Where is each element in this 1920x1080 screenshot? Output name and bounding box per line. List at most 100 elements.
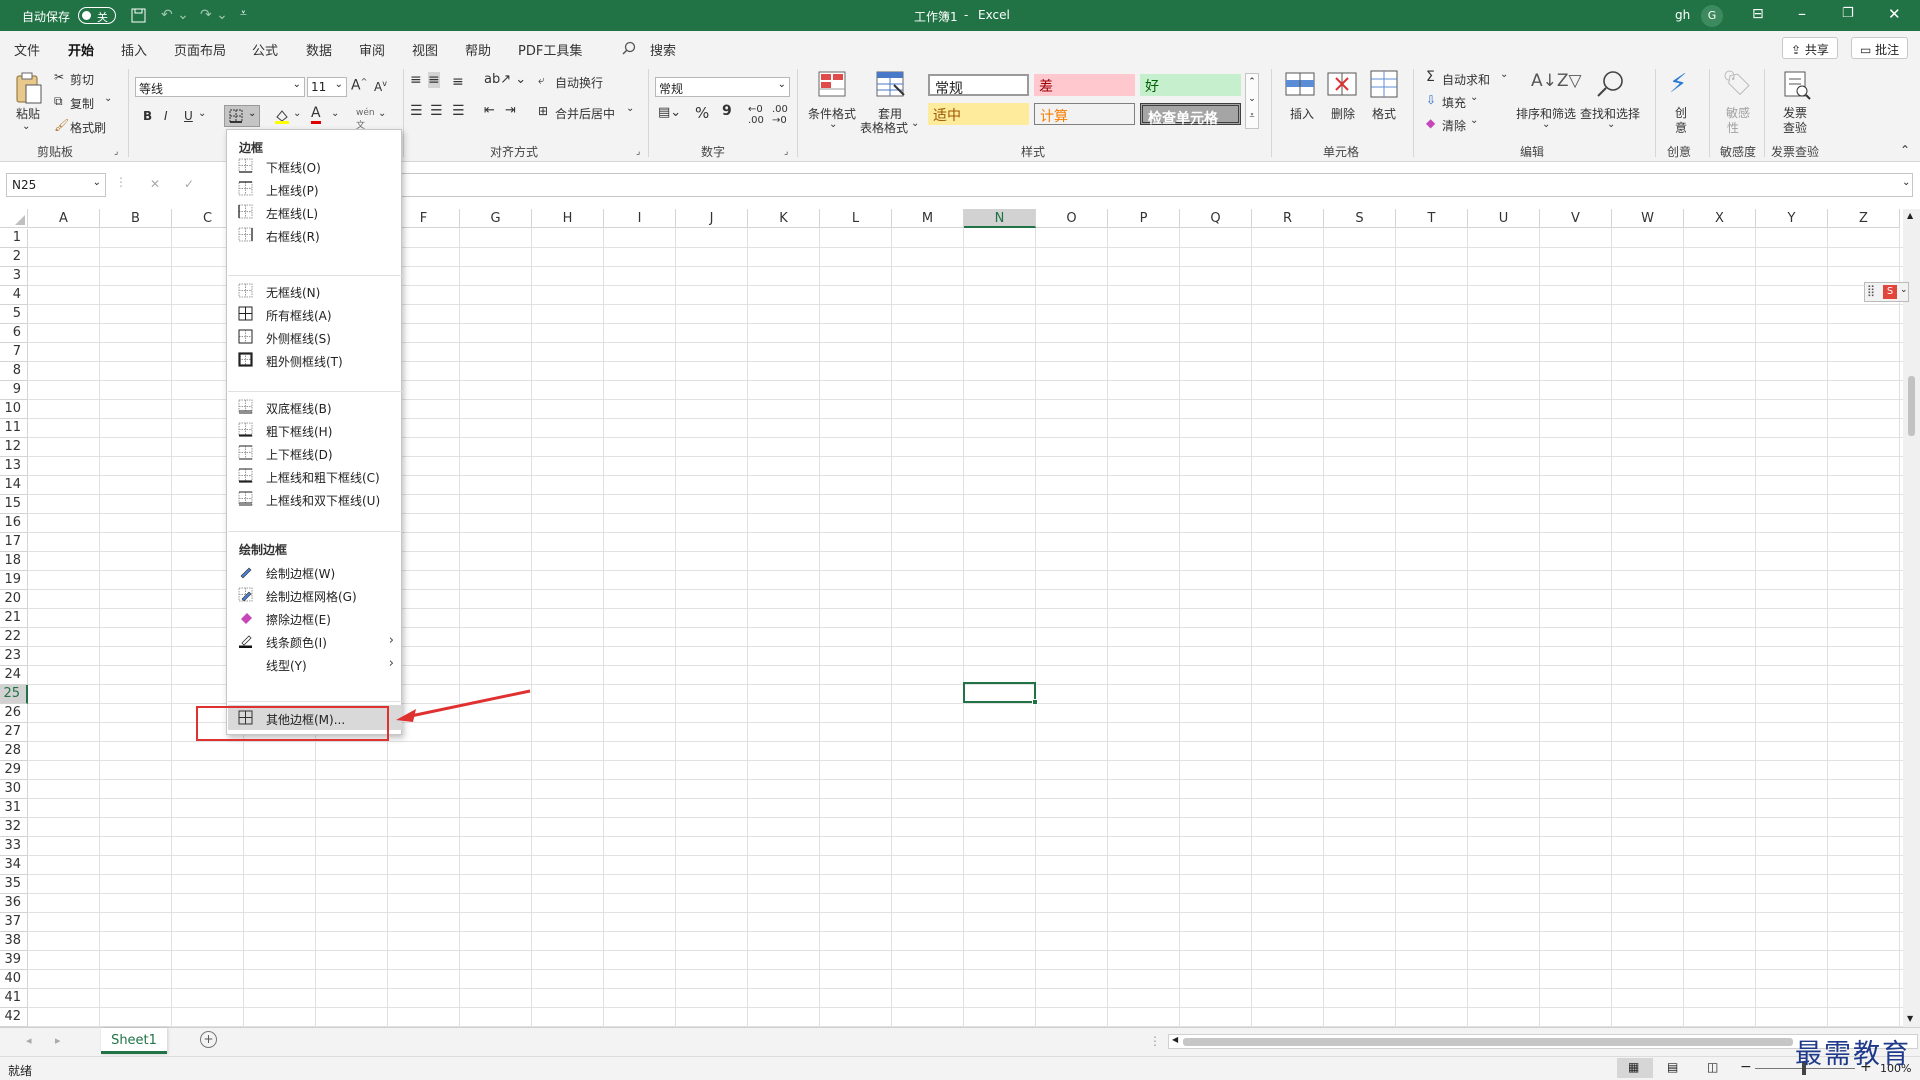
conditional-format-icon[interactable] — [818, 71, 846, 97]
sort-dropdown-icon[interactable]: ⌄ — [1542, 119, 1550, 130]
align-bottom-icon[interactable]: ≡ — [452, 74, 464, 90]
row-header-29[interactable]: 29 — [0, 761, 28, 780]
paste-icon[interactable] — [15, 71, 43, 105]
paste-dropdown-icon[interactable]: ⌄ — [22, 121, 30, 132]
cut-button[interactable]: 剪切 — [70, 71, 94, 88]
row-header-26[interactable]: 26 — [0, 704, 28, 723]
search-box[interactable]: 搜索 — [650, 40, 676, 59]
underline-button[interactable]: U — [184, 109, 193, 123]
column-header-b[interactable]: B — [100, 209, 172, 228]
insert-cells-icon[interactable] — [1284, 72, 1316, 98]
row-header-11[interactable]: 11 — [0, 419, 28, 438]
row-header-24[interactable]: 24 — [0, 666, 28, 685]
prev-sheet-icon[interactable]: ◂ — [26, 1034, 32, 1047]
alignment-launcher-icon[interactable]: ⌟ — [636, 147, 640, 157]
collapse-ribbon-icon[interactable]: ⌃ — [1900, 143, 1910, 157]
row-header-40[interactable]: 40 — [0, 970, 28, 989]
fill-color-icon[interactable] — [274, 108, 290, 124]
column-header-w[interactable]: W — [1612, 209, 1684, 228]
right-border-item[interactable]: 右框线(R) — [228, 222, 402, 247]
row-header-22[interactable]: 22 — [0, 628, 28, 647]
row-header-18[interactable]: 18 — [0, 552, 28, 571]
style-neutral[interactable]: 适中 — [928, 103, 1029, 125]
scroll-up-icon[interactable]: ▲ — [1907, 211, 1913, 220]
font-color-dropdown-icon[interactable]: ⌄ — [331, 108, 339, 119]
all-borders-item[interactable]: 所有框线(A) — [228, 301, 402, 326]
column-header-j[interactable]: J — [676, 209, 748, 228]
left-border-item[interactable]: 左框线(L) — [228, 199, 402, 224]
column-header-k[interactable]: K — [748, 209, 820, 228]
row-header-12[interactable]: 12 — [0, 438, 28, 457]
customize-qat-icon[interactable]: ⩡ — [240, 6, 247, 21]
cut-icon[interactable]: ✂ — [54, 70, 64, 84]
format-cells-icon[interactable] — [1369, 69, 1399, 99]
column-header-p[interactable]: P — [1108, 209, 1180, 228]
tab-pdf-tools[interactable]: PDF工具集 — [518, 40, 582, 59]
clipboard-launcher-icon[interactable]: ⌟ — [114, 147, 118, 157]
format-as-table-icon[interactable] — [876, 71, 906, 99]
styles-scroll[interactable]: ⌃ ⌄ ⩡ — [1245, 73, 1259, 129]
tab-data[interactable]: 数据 — [306, 40, 332, 59]
row-header-2[interactable]: 2 — [0, 248, 28, 267]
sheet-tab-sheet1[interactable]: Sheet1 — [101, 1028, 167, 1054]
find-dropdown-icon[interactable]: ⌄ — [1607, 119, 1615, 130]
row-header-28[interactable]: 28 — [0, 742, 28, 761]
column-header-l[interactable]: L — [820, 209, 892, 228]
wrap-text-button[interactable]: 自动换行 — [555, 74, 603, 91]
paste-label[interactable]: 粘贴 — [16, 105, 40, 122]
row-header-16[interactable]: 16 — [0, 514, 28, 533]
comma-button[interactable]: 9 — [722, 103, 732, 119]
autosum-button[interactable]: 自动求和 — [1442, 71, 1490, 88]
no-border-item[interactable]: 无框线(N) — [228, 278, 402, 303]
invoice-label-2[interactable]: 查验 — [1783, 119, 1807, 136]
row-header-35[interactable]: 35 — [0, 875, 28, 894]
avatar[interactable]: G — [1701, 5, 1723, 27]
column-header-y[interactable]: Y — [1756, 209, 1828, 228]
column-header-r[interactable]: R — [1252, 209, 1324, 228]
table-dropdown-icon[interactable]: ⌄ — [911, 118, 919, 129]
outside-borders-item[interactable]: 外侧框线(S) — [228, 324, 402, 349]
sort-filter-icon[interactable]: A↓Z▽ — [1531, 71, 1582, 91]
row-header-19[interactable]: 19 — [0, 571, 28, 590]
style-calculation[interactable]: 计算 — [1034, 103, 1135, 125]
align-center-icon[interactable]: ☰ — [430, 103, 443, 119]
expand-formula-icon[interactable]: ⌄ — [1902, 177, 1910, 188]
row-header-27[interactable]: 27 — [0, 723, 28, 742]
top-thick-bottom-border-item[interactable]: 上框线和粗下框线(C) — [228, 463, 402, 488]
row-header-8[interactable]: 8 — [0, 362, 28, 381]
row-header-23[interactable]: 23 — [0, 647, 28, 666]
row-header-9[interactable]: 9 — [0, 381, 28, 400]
copy-dropdown-icon[interactable]: ⌄ — [104, 93, 112, 104]
tab-help[interactable]: 帮助 — [465, 40, 491, 59]
italic-button[interactable]: I — [164, 109, 168, 123]
row-header-32[interactable]: 32 — [0, 818, 28, 837]
row-header-33[interactable]: 33 — [0, 837, 28, 856]
align-right-icon[interactable]: ☰ — [452, 103, 465, 119]
row-header-42[interactable]: 42 — [0, 1008, 28, 1027]
formula-input[interactable] — [402, 173, 1913, 197]
merge-icon[interactable]: ⊞ — [538, 104, 548, 118]
ribbon-display-icon[interactable]: ⊟ — [1752, 6, 1764, 22]
merge-dropdown-icon[interactable]: ⌄ — [626, 103, 634, 114]
font-color-icon[interactable]: A — [311, 105, 321, 124]
increase-font-icon[interactable]: A^ — [351, 77, 367, 94]
row-header-31[interactable]: 31 — [0, 799, 28, 818]
draw-border-item[interactable]: 绘制边框(W) — [228, 559, 402, 584]
floating-toolbar[interactable]: ⣿ S ⌄ — [1864, 282, 1909, 302]
erase-border-item[interactable]: 擦除边框(E) — [228, 605, 402, 630]
row-header-17[interactable]: 17 — [0, 533, 28, 552]
bold-button[interactable]: B — [143, 109, 152, 123]
double-bottom-border-item[interactable]: 双底框线(B) — [228, 394, 402, 419]
row-header-36[interactable]: 36 — [0, 894, 28, 913]
insert-cells-button[interactable]: 插入 — [1290, 105, 1314, 122]
minimize-icon[interactable]: – — [1798, 4, 1806, 23]
row-header-30[interactable]: 30 — [0, 780, 28, 799]
wrap-text-icon[interactable]: ⤶ — [538, 73, 545, 88]
format-cells-button[interactable]: 格式 — [1372, 105, 1396, 122]
column-header-z[interactable]: Z — [1828, 209, 1900, 228]
row-header-37[interactable]: 37 — [0, 913, 28, 932]
column-header-m[interactable]: M — [892, 209, 964, 228]
merge-center-button[interactable]: 合并后居中 — [555, 105, 615, 122]
invoice-check-icon[interactable] — [1782, 70, 1812, 100]
row-header-38[interactable]: 38 — [0, 932, 28, 951]
